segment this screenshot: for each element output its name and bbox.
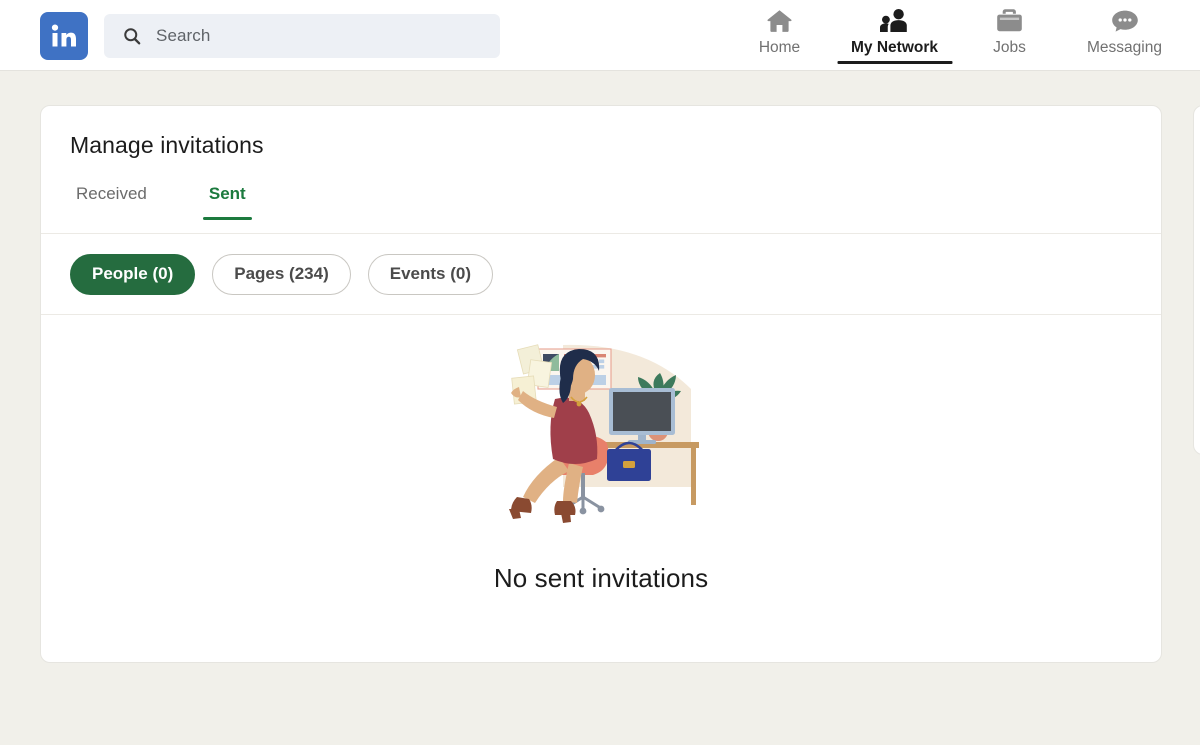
side-card-partial bbox=[1193, 105, 1200, 455]
filter-pill-people-label: People (0) bbox=[92, 264, 174, 283]
page-title: Manage invitations bbox=[70, 132, 264, 158]
search-placeholder-text: Search bbox=[156, 26, 211, 45]
nav-active-indicator bbox=[837, 61, 952, 64]
my-network-icon bbox=[880, 7, 909, 34]
invitation-type-filters: People (0) Pages (234) Events (0) bbox=[41, 234, 1161, 315]
nav-item-messaging[interactable]: Messaging bbox=[1067, 0, 1182, 71]
nav-label-messaging: Messaging bbox=[1087, 39, 1162, 56]
empty-state-message: No sent invitations bbox=[493, 563, 709, 593]
tab-sent[interactable]: Sent bbox=[202, 178, 252, 220]
nav-label-jobs: Jobs bbox=[993, 39, 1026, 56]
nav-label-my-network: My Network bbox=[851, 39, 938, 56]
top-navigation-bar: Search Home My Network Jobs Messaging bbox=[0, 0, 1200, 71]
linkedin-logo-icon bbox=[51, 24, 76, 47]
nav-item-home[interactable]: Home bbox=[722, 0, 837, 71]
invitations-tablist: Received Sent bbox=[41, 178, 1161, 234]
tab-received[interactable]: Received bbox=[70, 178, 153, 220]
filter-pill-events[interactable]: Events (0) bbox=[367, 253, 493, 295]
filter-pill-events-label: Events (0) bbox=[389, 264, 471, 283]
filter-pill-people[interactable]: People (0) bbox=[70, 253, 196, 295]
nav-item-jobs[interactable]: Jobs bbox=[952, 0, 1067, 71]
nav-item-my-network[interactable]: My Network bbox=[837, 0, 952, 71]
filter-pill-pages-label: Pages (234) bbox=[234, 264, 329, 283]
manage-invitations-card: Manage invitations Received Sent People … bbox=[40, 105, 1162, 663]
woman-at-desk-illustration bbox=[509, 344, 699, 523]
jobs-icon bbox=[996, 7, 1023, 34]
nav-label-home: Home bbox=[758, 39, 801, 56]
tab-active-indicator bbox=[202, 217, 252, 220]
home-icon bbox=[766, 7, 793, 34]
search-input[interactable]: Search bbox=[104, 14, 500, 58]
empty-state: No sent invitations bbox=[41, 315, 1161, 594]
tab-sent-label: Sent bbox=[208, 184, 246, 203]
messaging-icon bbox=[1111, 7, 1139, 34]
tab-received-label: Received bbox=[76, 184, 147, 203]
linkedin-logo[interactable] bbox=[40, 12, 88, 60]
filter-pill-pages[interactable]: Pages (234) bbox=[212, 253, 351, 295]
main-nav: Home My Network Jobs Messaging bbox=[722, 0, 1182, 71]
search-icon bbox=[124, 28, 141, 45]
